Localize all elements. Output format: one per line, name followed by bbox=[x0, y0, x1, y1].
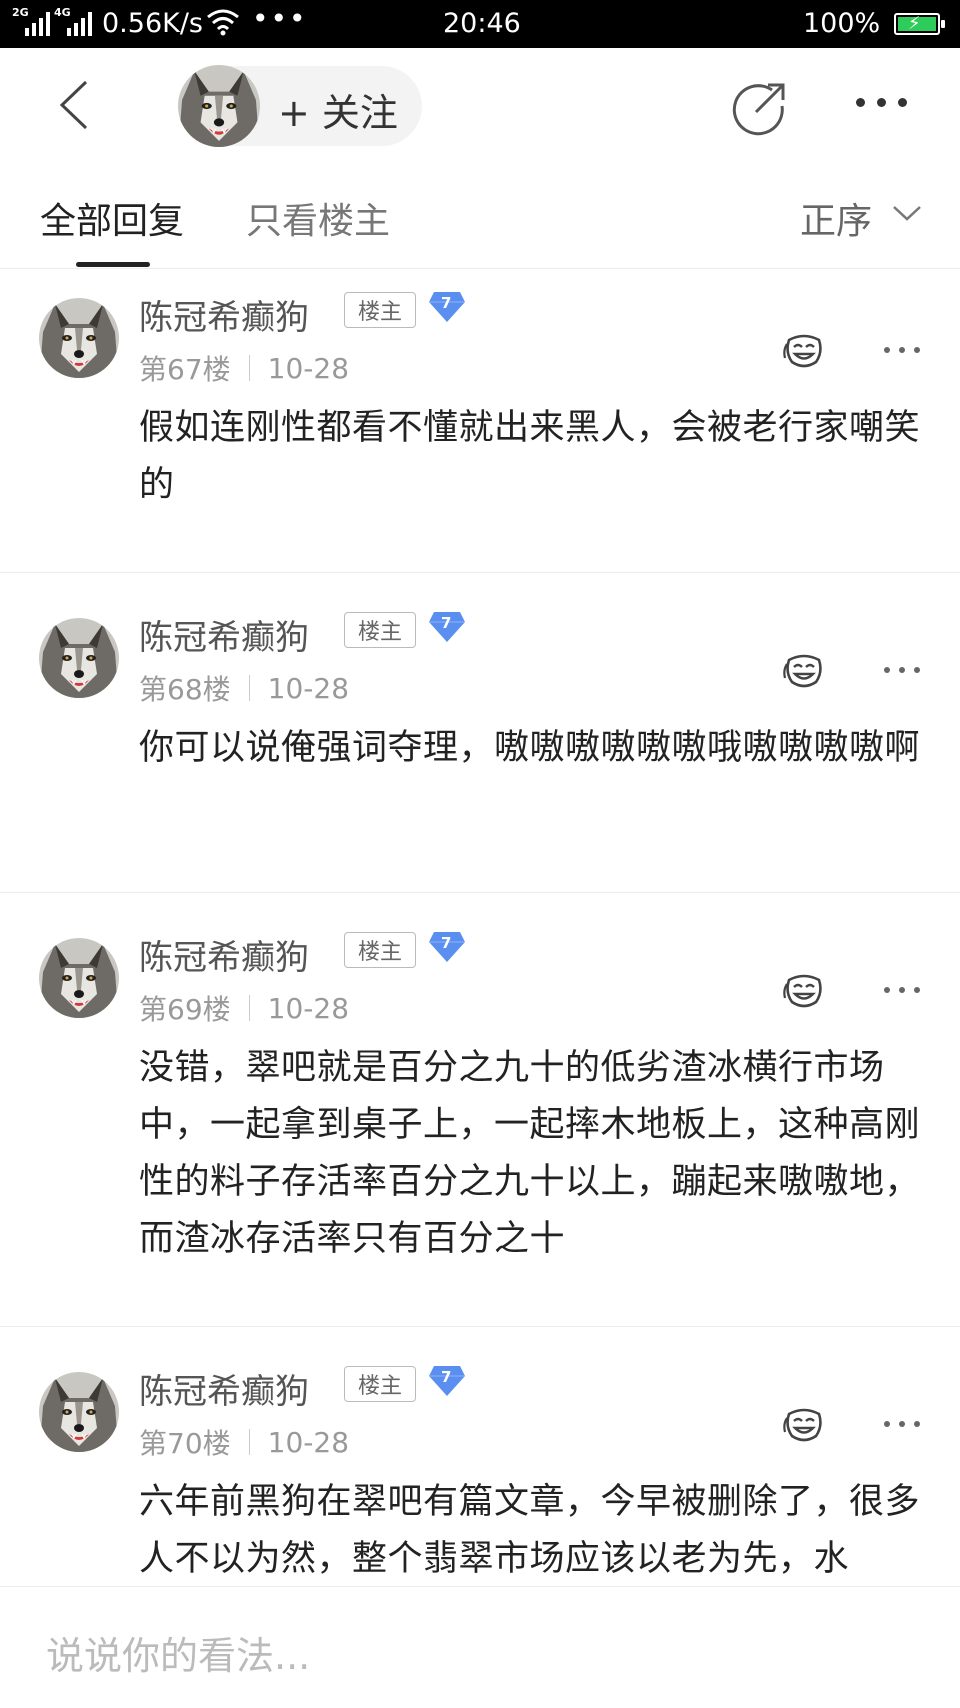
post-meta: 第67楼 10-28 bbox=[139, 348, 349, 388]
level-badge-icon: 7 bbox=[428, 1364, 466, 1398]
level-number: 7 bbox=[441, 934, 452, 952]
post-date: 10-28 bbox=[267, 1425, 350, 1459]
battery-icon: ⚡ bbox=[894, 13, 945, 35]
avatar[interactable] bbox=[39, 618, 119, 698]
chevron-down-icon[interactable] bbox=[892, 204, 922, 222]
op-badge: 楼主 bbox=[344, 292, 416, 328]
wifi-icon bbox=[207, 9, 239, 36]
level-number: 7 bbox=[441, 614, 452, 632]
sort-dropdown[interactable]: 正序 bbox=[800, 192, 872, 244]
username[interactable]: 陈冠希癫狗 bbox=[139, 610, 309, 659]
clock: 20:46 bbox=[443, 8, 521, 39]
post-more-icon[interactable] bbox=[884, 667, 920, 673]
floor-number: 第67楼 bbox=[139, 353, 231, 386]
level-badge-icon: 7 bbox=[428, 610, 466, 644]
active-tab-indicator bbox=[76, 262, 150, 267]
reaction-emoji-icon[interactable] bbox=[783, 330, 825, 370]
follow-label[interactable]: + 关注 bbox=[278, 82, 398, 137]
post-content: 没错，翠吧就是百分之九十的低劣渣冰横行市场中，一起拿到桌子上，一起摔木地板上，这… bbox=[139, 1048, 921, 1259]
floor-number: 第68楼 bbox=[139, 673, 231, 706]
avatar[interactable] bbox=[39, 1372, 119, 1452]
post-content: 六年前黑狗在翠吧有篇文章，今早被删除了，很多人不以为然，整个翡翠市场应该以老为先… bbox=[139, 1482, 921, 1579]
tab-all-replies[interactable]: 全部回复 bbox=[40, 192, 184, 244]
post-more-icon[interactable] bbox=[884, 347, 920, 353]
post-content: 你可以说俺强词夺理，嗷嗷嗷嗷嗷嗷哦嗷嗷嗷嗷啊 bbox=[139, 728, 921, 768]
username[interactable]: 陈冠希癫狗 bbox=[139, 930, 309, 979]
status-bar: 2G 4G 0.56K/s ••• 20:46 100% ⚡ bbox=[0, 0, 960, 48]
comment-input[interactable]: 说说你的看法... bbox=[46, 1625, 310, 1680]
reaction-emoji-icon[interactable] bbox=[783, 970, 825, 1010]
author-avatar[interactable] bbox=[178, 65, 260, 147]
post-date: 10-28 bbox=[267, 991, 350, 1025]
signal-4g-icon: 4G bbox=[54, 6, 92, 38]
post-meta: 第69楼 10-28 bbox=[139, 988, 349, 1028]
reply-post: 陈冠希癫狗 楼主 7 第70楼 10-28 六年前黑狗在翠吧有篇文章，今早被删除了… bbox=[0, 1326, 960, 1586]
post-more-icon[interactable] bbox=[884, 1421, 920, 1427]
op-badge: 楼主 bbox=[344, 612, 416, 648]
level-number: 7 bbox=[441, 294, 452, 312]
reply-tabs: 全部回复 只看楼主 正序 bbox=[0, 168, 960, 269]
battery-percent: 100% bbox=[803, 8, 881, 39]
reply-post: 陈冠希癫狗 楼主 7 第67楼 10-28 假如连刚性都看不懂就出来黑人，会被老行… bbox=[0, 268, 960, 573]
post-meta: 第70楼 10-28 bbox=[139, 1422, 349, 1462]
comment-bar: 说说你的看法... bbox=[0, 1586, 960, 1708]
post-content: 假如连刚性都看不懂就出来黑人，会被老行家嘲笑的 bbox=[139, 408, 921, 505]
floor-number: 第70楼 bbox=[139, 1427, 231, 1460]
floor-number: 第69楼 bbox=[139, 993, 231, 1026]
post-meta: 第68楼 10-28 bbox=[139, 668, 349, 708]
avatar[interactable] bbox=[39, 298, 119, 378]
back-arrow-icon[interactable] bbox=[52, 80, 102, 130]
reaction-emoji-icon[interactable] bbox=[783, 650, 825, 690]
op-badge: 楼主 bbox=[344, 932, 416, 968]
reply-post: 陈冠希癫狗 楼主 7 第68楼 10-28 你可以说俺强词夺理，嗷嗷嗷嗷嗷嗷哦嗷嗷… bbox=[0, 572, 960, 893]
post-more-icon[interactable] bbox=[884, 987, 920, 993]
tab-only-op[interactable]: 只看楼主 bbox=[246, 192, 390, 244]
username[interactable]: 陈冠希癫狗 bbox=[139, 290, 309, 339]
more-notifications-icon: ••• bbox=[252, 2, 308, 35]
reply-post: 陈冠希癫狗 楼主 7 第69楼 10-28 没错，翠吧就是百分之九十的低劣渣冰横行… bbox=[0, 892, 960, 1327]
level-number: 7 bbox=[441, 1368, 452, 1386]
signal-2g-icon: 2G bbox=[12, 6, 50, 38]
level-badge-icon: 7 bbox=[428, 290, 466, 324]
post-date: 10-28 bbox=[267, 671, 350, 705]
cell-signal-group: 2G 4G bbox=[12, 6, 92, 38]
share-icon[interactable] bbox=[732, 80, 788, 136]
username[interactable]: 陈冠希癫狗 bbox=[139, 1364, 309, 1413]
top-nav: + 关注 bbox=[0, 48, 960, 168]
level-badge-icon: 7 bbox=[428, 930, 466, 964]
avatar[interactable] bbox=[39, 938, 119, 1018]
op-badge: 楼主 bbox=[344, 1366, 416, 1402]
reaction-emoji-icon[interactable] bbox=[783, 1404, 825, 1444]
more-options-icon[interactable] bbox=[856, 98, 907, 107]
post-date: 10-28 bbox=[267, 351, 350, 385]
network-speed: 0.56K/s bbox=[102, 8, 203, 39]
